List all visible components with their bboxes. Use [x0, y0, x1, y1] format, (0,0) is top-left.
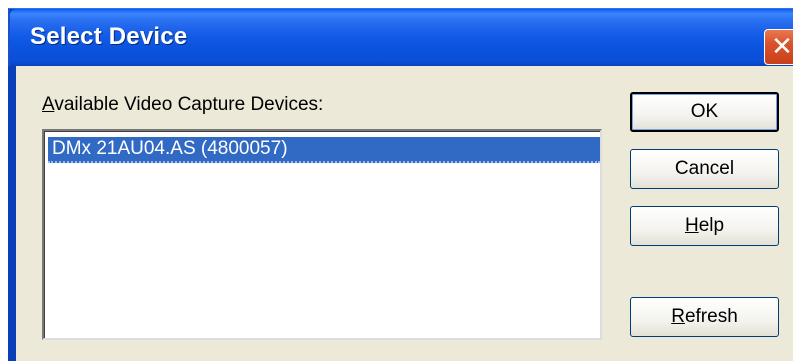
- cancel-button-label: Cancel: [674, 158, 735, 179]
- window-title: Select Device: [30, 23, 188, 50]
- close-icon: ✕: [771, 31, 793, 61]
- close-button[interactable]: ✕: [764, 29, 793, 65]
- help-button-label: elp: [698, 215, 725, 236]
- title-bar[interactable]: Select Device ✕: [10, 9, 793, 67]
- ok-button-label: OK: [690, 101, 719, 122]
- window-left-border: [8, 66, 16, 361]
- ok-button[interactable]: OK: [630, 92, 779, 132]
- help-mnemonic: H: [684, 215, 699, 236]
- screen: Select Device ✕ Available Video Capture …: [0, 0, 793, 361]
- refresh-button[interactable]: Refresh: [630, 297, 779, 337]
- refresh-mnemonic: R: [671, 306, 685, 327]
- list-item-selected[interactable]: DMx 21AU04.AS (4800057): [48, 137, 600, 163]
- cancel-button[interactable]: Cancel: [630, 149, 779, 189]
- label-mnemonic: A: [42, 94, 55, 115]
- help-button[interactable]: Help: [630, 206, 779, 246]
- desktop-strip: [0, 0, 793, 8]
- label-text: vailable Video Capture Devices:: [54, 94, 324, 115]
- devices-listbox[interactable]: DMx 21AU04.AS (4800057): [42, 129, 602, 340]
- refresh-button-label: efresh: [684, 306, 738, 327]
- devices-list-label: Available Video Capture Devices:: [42, 94, 323, 116]
